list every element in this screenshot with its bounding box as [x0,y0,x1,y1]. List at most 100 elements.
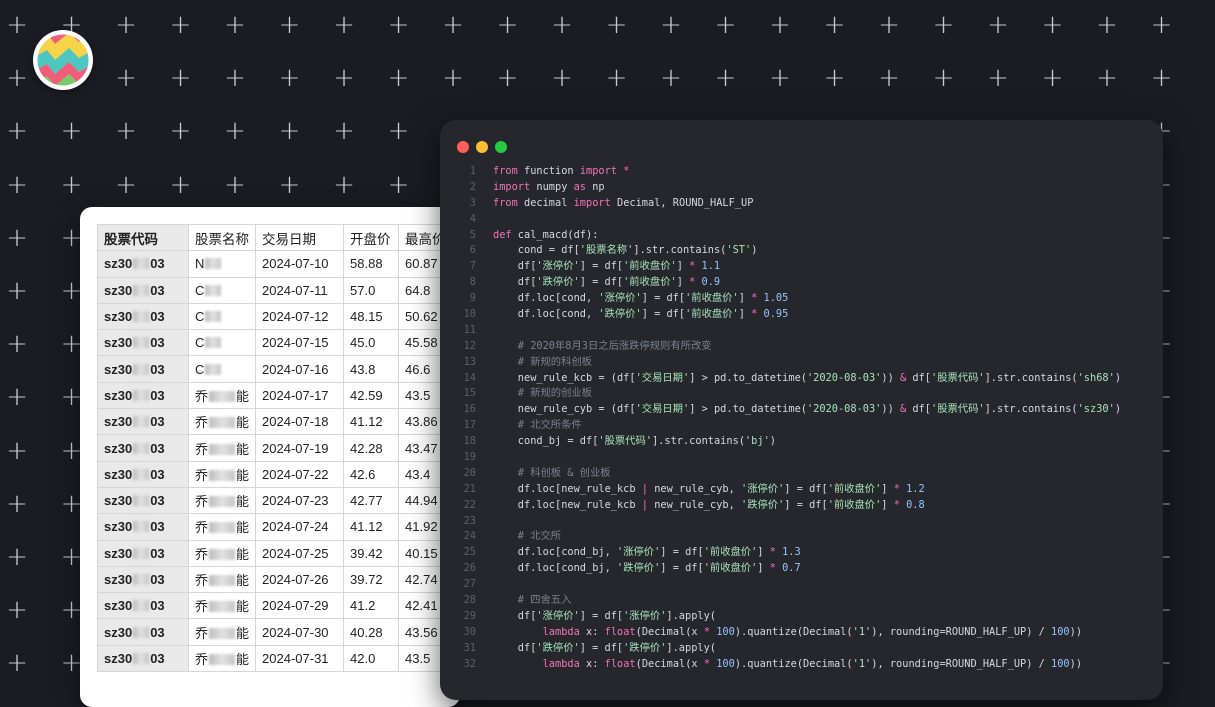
code-token: ) [769,435,776,448]
cell-stock-name: 乔能 [187,460,257,488]
plus-icon: + [224,63,246,94]
code-token: '涨停价' [623,609,667,622]
code-token: ] [881,482,894,495]
code-token: '前收盘价' [703,562,758,575]
line-number: 13 [463,355,476,368]
cell-stock-name: 乔能 [187,592,257,620]
plus-icon: + [6,648,28,679]
code-token: ) [1114,403,1122,416]
plus-icon: + [278,63,301,94]
plus-icon: + [6,382,28,413]
plus-icon: + [278,169,301,200]
code-line: 25 df.loc[cond_bj, '涨停价'] = df['前收盘价'] *… [440,545,1163,561]
code-line: 5 def cal_macd(df): [440,228,1163,244]
cell-stock-name: 乔能 [187,408,257,436]
cell-open-price: 41.2 [343,592,400,620]
plus-icon: + [442,10,464,40]
cell-open-price: 42.28 [343,434,400,462]
cell-open-price: 48.15 [343,302,400,331]
cell-stock-code: sz30 03 [97,355,189,383]
code-token: ] = df[ [660,562,704,575]
code-line: 24 # 北交所 [440,529,1163,545]
code-token: # 新规的创业板 [493,387,592,400]
plus-icon: + [6,488,28,519]
code-token: df.loc[cond_bj, [493,546,617,559]
plus-icon: + [769,63,791,94]
redacted-blur [133,521,150,533]
code-token: df.loc[new_rule_kcb [493,498,642,511]
code-token: ) [751,244,758,257]
code-token: x: [579,657,605,670]
plus-icon: + [60,116,83,147]
line-number: 17 [463,419,476,432]
line-number: 3 [469,196,476,209]
cell-open-price: 41.12 [343,513,400,541]
plus-icon: + [551,10,573,40]
close-window-button[interactable] [457,141,469,153]
code-line: 13 # 新规的科创板 [440,355,1163,371]
cell-trade-date: 2024-07-18 [255,408,345,436]
redacted-blur [205,258,222,270]
plus-icon: + [6,222,28,253]
line-number: 1 [469,165,476,177]
cell-stock-code: sz30 03 [97,250,189,278]
line-number: 31 [463,641,476,654]
plus-icon: + [278,10,301,40]
code-token: '2020-08-03' [806,371,882,384]
plus-icon: + [1150,10,1173,40]
code-token: lambda [542,657,580,670]
header-open-price: 开盘价 [343,223,400,252]
code-token: df[ [493,260,537,273]
line-number: 29 [463,609,476,622]
plus-icon: + [6,10,28,40]
plus-icon: + [6,276,28,306]
plus-icon: + [1096,63,1118,94]
code-token: '跌停价' [598,308,642,321]
code-token: ] [676,276,690,289]
plus-icon: + [333,63,355,94]
code-token: 100 [1051,625,1070,638]
redacted-blur [209,417,236,429]
line-number: 20 [463,466,476,479]
line-number: 4 [469,212,476,225]
code-token: # 新规的科创板 [493,355,592,368]
cell-stock-code: sz30 03 [97,565,189,594]
redacted-blur [133,547,150,559]
code-token: ] > pd.to_datetime( [689,371,807,384]
maximize-window-button[interactable] [495,141,507,153]
code-token: '涨停价' [536,609,580,622]
cell-stock-code: sz30 03 [97,408,189,436]
code-token: 'ST' [726,244,752,257]
cell-stock-name: 乔能 [187,539,257,567]
table-row: sz30 03 乔能 2024-07-18 41.12 43.86 [97,408,453,436]
redacted-blur [205,363,222,375]
line-number: 30 [463,625,476,638]
code-token: '前收盘价' [827,498,882,511]
plus-icon: + [496,10,519,40]
plus-icon: + [169,10,192,40]
plus-icon: + [6,329,28,360]
code-token: 'sh68' [1077,371,1115,384]
code-line: 11 [440,323,1163,339]
code-line: 3 from decimal import Decimal, ROUND_HALF… [440,196,1163,212]
cell-trade-date: 2024-07-24 [255,513,345,541]
cell-open-price: 42.77 [343,486,400,515]
code-line: 32 lambda x: float(Decimal(x * 100).quan… [440,657,1163,673]
cell-open-price: 40.28 [343,618,400,646]
cell-stock-code: sz30 03 [97,486,189,515]
plus-icon: + [932,10,955,40]
code-line: 15 # 新规的创业板 [440,386,1163,402]
redacted-blur [209,390,236,402]
cell-stock-code: sz30 03 [97,460,189,488]
code-token: # 北交所条件 [493,419,582,432]
plus-icon: + [6,63,28,94]
cell-trade-date: 2024-07-10 [255,250,345,278]
code-token: 0.95 [763,308,789,321]
cell-trade-date: 2024-07-16 [255,355,345,383]
cell-trade-date: 2024-07-15 [255,329,345,357]
code-line: 6 cond = df['股票名称'].str.contains('ST') [440,243,1163,259]
cell-stock-code: sz30 03 [97,329,189,357]
code-token: '前收盘价' [685,292,739,305]
minimize-window-button[interactable] [476,141,488,153]
